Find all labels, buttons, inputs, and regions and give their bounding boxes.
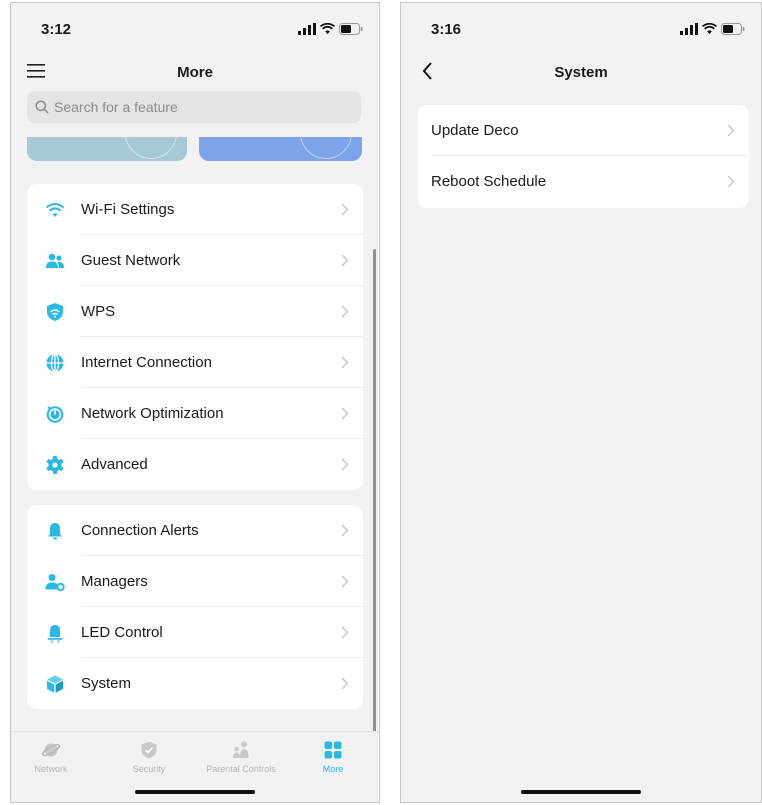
family-icon bbox=[233, 741, 249, 758]
managers-icon bbox=[45, 574, 65, 592]
status-bar: 3:12 bbox=[11, 3, 379, 43]
menu-item-managers[interactable]: Managers bbox=[27, 556, 363, 607]
tab-label: Parental Controls bbox=[206, 764, 276, 774]
chevron-right-icon bbox=[341, 407, 349, 420]
cellular-signal-icon bbox=[680, 23, 698, 35]
menu-item-label: Guest Network bbox=[81, 252, 181, 269]
tab-bar: Network Security Parental Controls More bbox=[11, 731, 379, 802]
gear-icon bbox=[46, 456, 64, 474]
status-icons bbox=[298, 23, 363, 35]
tab-more[interactable]: More bbox=[293, 740, 373, 774]
wps-shield-icon bbox=[47, 303, 63, 321]
cube-icon bbox=[47, 675, 63, 693]
search-placeholder: Search for a feature bbox=[54, 99, 178, 115]
wifi-status-icon bbox=[702, 23, 717, 35]
chevron-right-icon bbox=[341, 356, 349, 369]
menu-item-connection-alerts[interactable]: Connection Alerts bbox=[27, 505, 363, 556]
menu-item-label: Internet Connection bbox=[81, 354, 212, 371]
chevron-right-icon bbox=[341, 254, 349, 267]
menu-item-update-deco[interactable]: Update Deco bbox=[417, 105, 749, 156]
chevron-right-icon bbox=[341, 305, 349, 318]
menu-item-label: Update Deco bbox=[431, 122, 519, 139]
chevron-right-icon bbox=[341, 203, 349, 216]
status-bar: 3:16 bbox=[401, 3, 761, 43]
menu-item-network-optimization[interactable]: Network Optimization bbox=[27, 388, 363, 439]
tab-network[interactable]: Network bbox=[11, 740, 91, 774]
chevron-right-icon bbox=[727, 175, 735, 188]
menu-item-led-control[interactable]: LED Control bbox=[27, 607, 363, 658]
menu-item-label: Wi-Fi Settings bbox=[81, 201, 175, 218]
optimization-icon bbox=[46, 406, 64, 423]
tab-label: More bbox=[322, 764, 344, 774]
menu-item-label: LED Control bbox=[81, 624, 163, 641]
cellular-signal-icon bbox=[298, 23, 316, 35]
chevron-right-icon bbox=[341, 524, 349, 537]
menu-item-guest-network[interactable]: Guest Network bbox=[27, 235, 363, 286]
search-input[interactable]: Search for a feature bbox=[27, 91, 361, 123]
tab-security[interactable]: Security bbox=[109, 740, 189, 774]
globe-icon bbox=[46, 353, 64, 373]
status-time: 3:12 bbox=[41, 21, 72, 38]
tab-label: Network bbox=[34, 764, 68, 774]
menu-item-system[interactable]: System bbox=[27, 658, 363, 709]
wifi-status-icon bbox=[320, 23, 335, 35]
menu-item-internet-connection[interactable]: Internet Connection bbox=[27, 337, 363, 388]
planet-icon bbox=[41, 743, 61, 757]
chevron-right-icon bbox=[341, 575, 349, 588]
settings-card-network: Wi-Fi Settings Guest Network WPS Interne… bbox=[27, 184, 363, 490]
menu-item-wifi-settings[interactable]: Wi-Fi Settings bbox=[27, 184, 363, 235]
menu-item-label: Advanced bbox=[81, 456, 148, 473]
tab-parental-controls[interactable]: Parental Controls bbox=[201, 740, 281, 774]
settings-card-system: Connection Alerts Managers LED Control S… bbox=[27, 505, 363, 709]
battery-icon bbox=[721, 23, 745, 35]
led-lamp-icon bbox=[47, 625, 63, 643]
status-icons bbox=[680, 23, 745, 35]
chevron-right-icon bbox=[341, 458, 349, 471]
grid-icon bbox=[324, 741, 342, 759]
scrollbar[interactable] bbox=[373, 249, 376, 733]
page-title: More bbox=[177, 64, 213, 81]
battery-icon bbox=[339, 23, 363, 35]
feature-banner-right[interactable] bbox=[199, 137, 362, 161]
bell-icon bbox=[48, 523, 62, 540]
tab-label: Security bbox=[132, 764, 166, 774]
guest-users-icon bbox=[46, 253, 64, 268]
search-icon bbox=[35, 100, 49, 114]
menu-item-advanced[interactable]: Advanced bbox=[27, 439, 363, 490]
menu-item-wps[interactable]: WPS bbox=[27, 286, 363, 337]
more-screen: 3:12 More Search for a feature Wi-Fi Set… bbox=[10, 2, 380, 803]
menu-item-label: Reboot Schedule bbox=[431, 173, 547, 190]
chevron-right-icon bbox=[341, 677, 349, 690]
page-title: System bbox=[554, 64, 608, 81]
wifi-icon bbox=[45, 203, 65, 217]
chevron-right-icon bbox=[341, 626, 349, 639]
system-screen: 3:16 System Update Deco Reboot Schedule bbox=[400, 2, 762, 803]
system-options-card: Update Deco Reboot Schedule bbox=[417, 105, 749, 208]
home-indicator[interactable] bbox=[135, 790, 255, 794]
menu-item-label: Network Optimization bbox=[81, 405, 224, 422]
home-indicator[interactable] bbox=[521, 790, 641, 794]
menu-item-label: Managers bbox=[81, 573, 148, 590]
status-time: 3:16 bbox=[431, 21, 462, 38]
feature-banner-left[interactable] bbox=[27, 137, 187, 161]
menu-item-label: System bbox=[81, 675, 132, 692]
chevron-right-icon bbox=[727, 124, 735, 137]
shield-check-icon bbox=[141, 741, 157, 759]
menu-item-label: WPS bbox=[81, 303, 116, 320]
menu-item-reboot-schedule[interactable]: Reboot Schedule bbox=[417, 156, 749, 207]
menu-item-label: Connection Alerts bbox=[81, 522, 199, 539]
